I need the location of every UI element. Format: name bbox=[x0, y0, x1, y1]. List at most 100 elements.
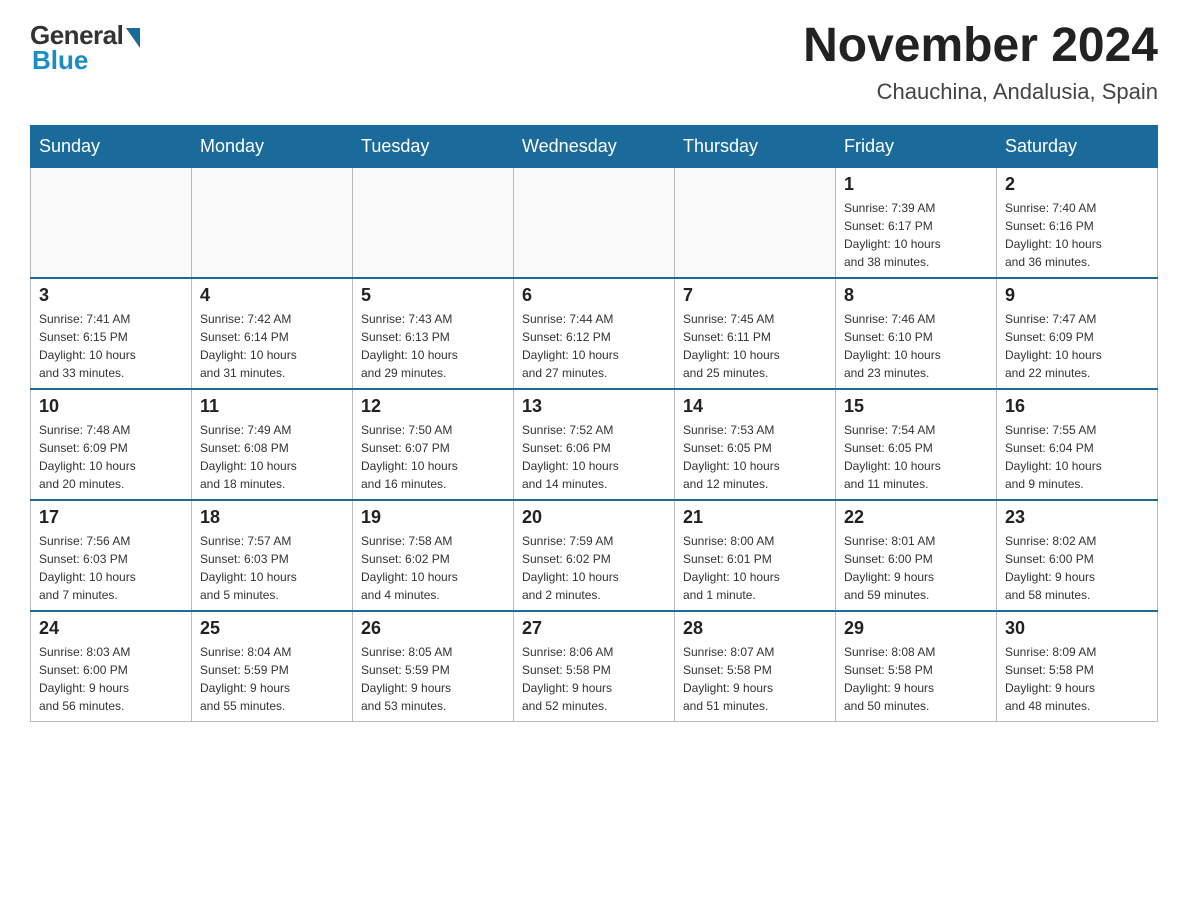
day-info: Sunrise: 7:53 AM Sunset: 6:05 PM Dayligh… bbox=[683, 421, 827, 493]
logo-blue-text: Blue bbox=[32, 45, 88, 76]
calendar-cell: 9 Sunrise: 7:47 AM Sunset: 6:09 PM Daylig… bbox=[997, 278, 1158, 389]
day-info: Sunrise: 8:04 AM Sunset: 5:59 PM Dayligh… bbox=[200, 643, 344, 715]
calendar-header-sunday: Sunday bbox=[31, 125, 192, 167]
calendar-week-1: 1 Sunrise: 7:39 AM Sunset: 6:17 PM Daylig… bbox=[31, 167, 1158, 278]
day-number: 26 bbox=[361, 618, 505, 639]
calendar-cell: 26 Sunrise: 8:05 AM Sunset: 5:59 PM Dayli… bbox=[353, 611, 514, 722]
day-info: Sunrise: 7:56 AM Sunset: 6:03 PM Dayligh… bbox=[39, 532, 183, 604]
calendar-cell: 30 Sunrise: 8:09 AM Sunset: 5:58 PM Dayli… bbox=[997, 611, 1158, 722]
day-number: 18 bbox=[200, 507, 344, 528]
day-number: 11 bbox=[200, 396, 344, 417]
day-number: 29 bbox=[844, 618, 988, 639]
calendar-cell: 7 Sunrise: 7:45 AM Sunset: 6:11 PM Daylig… bbox=[675, 278, 836, 389]
calendar-cell: 8 Sunrise: 7:46 AM Sunset: 6:10 PM Daylig… bbox=[836, 278, 997, 389]
day-number: 19 bbox=[361, 507, 505, 528]
day-number: 14 bbox=[683, 396, 827, 417]
calendar-cell: 6Sunrise: 7:44 AM Sunset: 6:12 PM Daylig… bbox=[514, 278, 675, 389]
calendar-table: SundayMondayTuesdayWednesdayThursdayFrid… bbox=[30, 125, 1158, 722]
calendar-cell bbox=[514, 167, 675, 278]
day-info: Sunrise: 7:52 AM Sunset: 6:06 PM Dayligh… bbox=[522, 421, 666, 493]
day-number: 13 bbox=[522, 396, 666, 417]
day-number: 2 bbox=[1005, 174, 1149, 195]
day-number: 15 bbox=[844, 396, 988, 417]
calendar-header-saturday: Saturday bbox=[997, 125, 1158, 167]
calendar-cell bbox=[192, 167, 353, 278]
day-info: Sunrise: 8:05 AM Sunset: 5:59 PM Dayligh… bbox=[361, 643, 505, 715]
day-info: Sunrise: 7:58 AM Sunset: 6:02 PM Dayligh… bbox=[361, 532, 505, 604]
day-number: 6 bbox=[522, 285, 666, 306]
day-info: Sunrise: 7:43 AM Sunset: 6:13 PM Dayligh… bbox=[361, 310, 505, 382]
day-info: Sunrise: 7:39 AM Sunset: 6:17 PM Dayligh… bbox=[844, 199, 988, 271]
day-number: 7 bbox=[683, 285, 827, 306]
day-number: 4 bbox=[200, 285, 344, 306]
calendar-cell: 16Sunrise: 7:55 AM Sunset: 6:04 PM Dayli… bbox=[997, 389, 1158, 500]
calendar-header-tuesday: Tuesday bbox=[353, 125, 514, 167]
calendar-cell: 25 Sunrise: 8:04 AM Sunset: 5:59 PM Dayli… bbox=[192, 611, 353, 722]
calendar-cell: 12 Sunrise: 7:50 AM Sunset: 6:07 PM Dayli… bbox=[353, 389, 514, 500]
calendar-cell: 17 Sunrise: 7:56 AM Sunset: 6:03 PM Dayli… bbox=[31, 500, 192, 611]
calendar-header-friday: Friday bbox=[836, 125, 997, 167]
day-info: Sunrise: 7:59 AM Sunset: 6:02 PM Dayligh… bbox=[522, 532, 666, 604]
calendar-cell: 5 Sunrise: 7:43 AM Sunset: 6:13 PM Daylig… bbox=[353, 278, 514, 389]
calendar-cell: 14 Sunrise: 7:53 AM Sunset: 6:05 PM Dayli… bbox=[675, 389, 836, 500]
day-info: Sunrise: 7:46 AM Sunset: 6:10 PM Dayligh… bbox=[844, 310, 988, 382]
day-info: Sunrise: 8:07 AM Sunset: 5:58 PM Dayligh… bbox=[683, 643, 827, 715]
page-header: General Blue November 2024 Chauchina, An… bbox=[30, 20, 1158, 105]
day-info: Sunrise: 7:48 AM Sunset: 6:09 PM Dayligh… bbox=[39, 421, 183, 493]
calendar-cell: 2Sunrise: 7:40 AM Sunset: 6:16 PM Daylig… bbox=[997, 167, 1158, 278]
day-info: Sunrise: 8:00 AM Sunset: 6:01 PM Dayligh… bbox=[683, 532, 827, 604]
day-info: Sunrise: 7:41 AM Sunset: 6:15 PM Dayligh… bbox=[39, 310, 183, 382]
day-number: 8 bbox=[844, 285, 988, 306]
month-year-title: November 2024 bbox=[803, 20, 1158, 73]
calendar-cell: 13 Sunrise: 7:52 AM Sunset: 6:06 PM Dayli… bbox=[514, 389, 675, 500]
day-info: Sunrise: 7:42 AM Sunset: 6:14 PM Dayligh… bbox=[200, 310, 344, 382]
calendar-week-3: 10Sunrise: 7:48 AM Sunset: 6:09 PM Dayli… bbox=[31, 389, 1158, 500]
day-number: 9 bbox=[1005, 285, 1149, 306]
calendar-week-4: 17 Sunrise: 7:56 AM Sunset: 6:03 PM Dayli… bbox=[31, 500, 1158, 611]
day-number: 22 bbox=[844, 507, 988, 528]
day-info: Sunrise: 8:01 AM Sunset: 6:00 PM Dayligh… bbox=[844, 532, 988, 604]
calendar-cell: 27Sunrise: 8:06 AM Sunset: 5:58 PM Dayli… bbox=[514, 611, 675, 722]
calendar-cell: 10Sunrise: 7:48 AM Sunset: 6:09 PM Dayli… bbox=[31, 389, 192, 500]
day-number: 20 bbox=[522, 507, 666, 528]
calendar-cell: 21 Sunrise: 8:00 AM Sunset: 6:01 PM Dayli… bbox=[675, 500, 836, 611]
logo-arrow-icon bbox=[126, 28, 140, 48]
calendar-week-2: 3Sunrise: 7:41 AM Sunset: 6:15 PM Daylig… bbox=[31, 278, 1158, 389]
day-number: 30 bbox=[1005, 618, 1149, 639]
day-number: 25 bbox=[200, 618, 344, 639]
calendar-cell: 11 Sunrise: 7:49 AM Sunset: 6:08 PM Dayli… bbox=[192, 389, 353, 500]
day-info: Sunrise: 8:02 AM Sunset: 6:00 PM Dayligh… bbox=[1005, 532, 1149, 604]
calendar-cell bbox=[31, 167, 192, 278]
calendar-week-5: 24 Sunrise: 8:03 AM Sunset: 6:00 PM Dayli… bbox=[31, 611, 1158, 722]
logo: General Blue bbox=[30, 20, 140, 76]
day-info: Sunrise: 7:49 AM Sunset: 6:08 PM Dayligh… bbox=[200, 421, 344, 493]
day-info: Sunrise: 8:09 AM Sunset: 5:58 PM Dayligh… bbox=[1005, 643, 1149, 715]
calendar-cell: 28Sunrise: 8:07 AM Sunset: 5:58 PM Dayli… bbox=[675, 611, 836, 722]
calendar-cell: 20 Sunrise: 7:59 AM Sunset: 6:02 PM Dayli… bbox=[514, 500, 675, 611]
calendar-cell: 22 Sunrise: 8:01 AM Sunset: 6:00 PM Dayli… bbox=[836, 500, 997, 611]
calendar-cell bbox=[353, 167, 514, 278]
calendar-cell: 24 Sunrise: 8:03 AM Sunset: 6:00 PM Dayli… bbox=[31, 611, 192, 722]
calendar-cell: 15 Sunrise: 7:54 AM Sunset: 6:05 PM Dayli… bbox=[836, 389, 997, 500]
day-info: Sunrise: 7:57 AM Sunset: 6:03 PM Dayligh… bbox=[200, 532, 344, 604]
day-info: Sunrise: 8:03 AM Sunset: 6:00 PM Dayligh… bbox=[39, 643, 183, 715]
calendar-cell: 29 Sunrise: 8:08 AM Sunset: 5:58 PM Dayli… bbox=[836, 611, 997, 722]
day-info: Sunrise: 7:50 AM Sunset: 6:07 PM Dayligh… bbox=[361, 421, 505, 493]
day-number: 5 bbox=[361, 285, 505, 306]
day-number: 24 bbox=[39, 618, 183, 639]
day-number: 21 bbox=[683, 507, 827, 528]
day-info: Sunrise: 7:45 AM Sunset: 6:11 PM Dayligh… bbox=[683, 310, 827, 382]
day-number: 17 bbox=[39, 507, 183, 528]
day-number: 27 bbox=[522, 618, 666, 639]
day-info: Sunrise: 7:54 AM Sunset: 6:05 PM Dayligh… bbox=[844, 421, 988, 493]
day-info: Sunrise: 8:08 AM Sunset: 5:58 PM Dayligh… bbox=[844, 643, 988, 715]
day-info: Sunrise: 7:47 AM Sunset: 6:09 PM Dayligh… bbox=[1005, 310, 1149, 382]
calendar-cell bbox=[675, 167, 836, 278]
title-block: November 2024 Chauchina, Andalusia, Spai… bbox=[803, 20, 1158, 105]
calendar-cell: 4 Sunrise: 7:42 AM Sunset: 6:14 PM Daylig… bbox=[192, 278, 353, 389]
calendar-cell: 18 Sunrise: 7:57 AM Sunset: 6:03 PM Dayli… bbox=[192, 500, 353, 611]
day-number: 12 bbox=[361, 396, 505, 417]
calendar-header-thursday: Thursday bbox=[675, 125, 836, 167]
day-number: 1 bbox=[844, 174, 988, 195]
calendar-header-monday: Monday bbox=[192, 125, 353, 167]
